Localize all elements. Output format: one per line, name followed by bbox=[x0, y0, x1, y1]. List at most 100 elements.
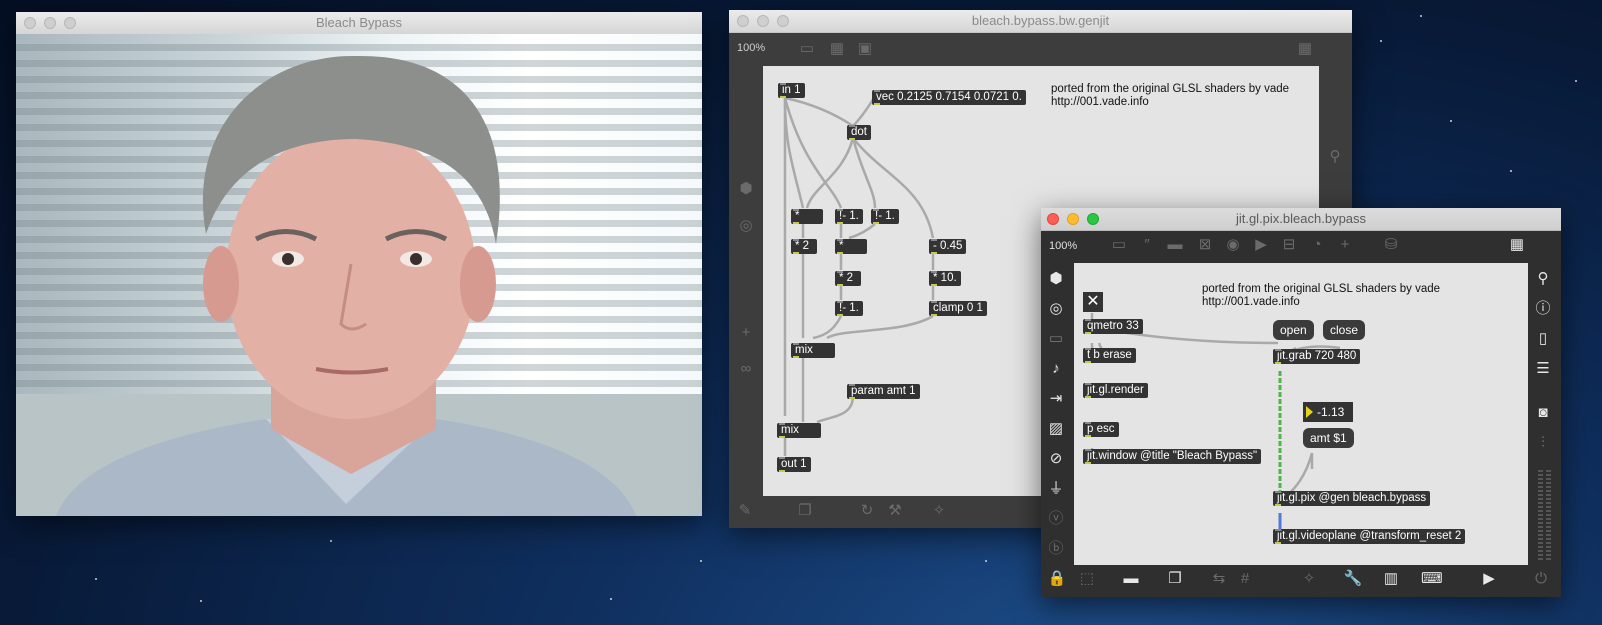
media-icon[interactable]: ⇥ bbox=[1046, 390, 1066, 408]
object-jit-gl-pix[interactable]: jit.gl.pix @gen bleach.bypass bbox=[1273, 491, 1431, 506]
power-icon[interactable]: ⏻ bbox=[1531, 570, 1551, 588]
bang-icon[interactable]: ⊠ bbox=[1195, 236, 1215, 254]
presentation-toggle-icon[interactable]: ⬚ bbox=[1077, 570, 1097, 588]
object-grid-icon[interactable]: ▦ bbox=[1507, 236, 1527, 254]
object-trigger[interactable]: t b erase bbox=[1083, 348, 1136, 363]
pix-titlebar[interactable]: jit.gl.pix.bleach.bypass bbox=[1041, 208, 1561, 231]
object-not-1[interactable]: !- 1. bbox=[835, 209, 863, 224]
slider-icon[interactable]: ⊟ bbox=[1279, 236, 1299, 254]
windows-icon[interactable]: ❐ bbox=[1165, 570, 1185, 588]
add-object-icon[interactable]: + bbox=[1335, 236, 1355, 254]
grid-toggle-icon[interactable]: # bbox=[1235, 570, 1255, 588]
object-not-3[interactable]: !- 1. bbox=[835, 301, 863, 316]
play-object-icon[interactable]: ▶ bbox=[1251, 236, 1271, 254]
grid-icon[interactable]: ▦ bbox=[827, 40, 847, 58]
close-window-button[interactable] bbox=[24, 17, 36, 29]
minimize-window-button[interactable] bbox=[757, 15, 769, 27]
object-param-amt[interactable]: param amt 1 bbox=[847, 384, 920, 399]
book-icon[interactable]: ▯ bbox=[1533, 330, 1553, 348]
v-icon[interactable]: ⓥ bbox=[1046, 510, 1066, 528]
object-dot[interactable]: dot bbox=[847, 125, 871, 140]
close-window-button[interactable] bbox=[737, 15, 749, 27]
close-message[interactable]: close bbox=[1323, 320, 1366, 340]
object-not-2[interactable]: !- 1. bbox=[871, 209, 899, 224]
add-icon[interactable]: + bbox=[736, 324, 756, 342]
object-jit-gl-render[interactable]: jit.gl.render bbox=[1083, 383, 1148, 398]
wrench-icon[interactable]: 🔧 bbox=[1343, 570, 1363, 588]
paperclip-icon[interactable]: ⊘ bbox=[1046, 450, 1066, 468]
piano-icon[interactable]: ▥ bbox=[1381, 570, 1401, 588]
object-vec[interactable]: vec 0.2125 0.7154 0.0721 0. bbox=[872, 90, 1026, 105]
snapshot-icon[interactable]: ◙ bbox=[1533, 404, 1553, 422]
object-mix-2[interactable]: mix bbox=[777, 423, 821, 438]
film-icon[interactable]: ▭ bbox=[1046, 330, 1066, 348]
minimize-window-button[interactable] bbox=[1067, 213, 1079, 225]
mixer-icon[interactable]: ⫶ bbox=[1533, 434, 1553, 452]
presentation-icon[interactable]: ▭ bbox=[797, 40, 817, 58]
toggle-button[interactable]: ✕ bbox=[1083, 292, 1103, 312]
object-clamp[interactable]: clamp 0 1 bbox=[929, 301, 987, 316]
number-box[interactable]: -1.13 bbox=[1303, 402, 1353, 422]
message-icon[interactable]: ▬ bbox=[1165, 236, 1185, 254]
zoom-window-button[interactable] bbox=[64, 17, 76, 29]
plug-icon[interactable]: ⏚ bbox=[1046, 480, 1066, 498]
object-subtract[interactable]: - 0.45 bbox=[929, 239, 967, 254]
zoom-level[interactable]: 100% bbox=[1049, 240, 1077, 252]
object-jit-gl-videoplane[interactable]: jit.gl.videoplane @transform_reset 2 bbox=[1273, 529, 1466, 544]
toggle-icon[interactable]: ◉ bbox=[1223, 236, 1243, 254]
hammer-icon[interactable]: ⚒ bbox=[885, 502, 905, 520]
comment-icon[interactable]: ″ bbox=[1137, 236, 1157, 254]
video-window[interactable]: Bleach Bypass bbox=[16, 12, 702, 516]
music-icon[interactable]: ♪ bbox=[1046, 360, 1066, 378]
video-window-titlebar[interactable]: Bleach Bypass bbox=[16, 12, 702, 35]
pix-patcher-window[interactable]: jit.gl.pix.bleach.bypass 100% ▭ ″ ▬ ⊠ ◉ … bbox=[1041, 208, 1561, 597]
object-jit-window[interactable]: jit.window @title "Bleach Bypass" bbox=[1083, 449, 1262, 464]
minimize-window-button[interactable] bbox=[44, 17, 56, 29]
search-icon[interactable]: ⚲ bbox=[1533, 270, 1553, 288]
zoom-window-button[interactable] bbox=[1087, 213, 1099, 225]
object-multiply-2[interactable]: * 2 bbox=[791, 239, 817, 254]
collapse-icon[interactable]: ⇆ bbox=[1209, 570, 1229, 588]
object-in-1[interactable]: in 1 bbox=[778, 83, 805, 98]
pencil-icon[interactable]: ✎ bbox=[735, 502, 755, 520]
gen-icon[interactable]: ▣ bbox=[855, 40, 875, 58]
paint-icon[interactable]: ⛁ bbox=[1381, 236, 1401, 254]
refresh-icon[interactable]: ↻ bbox=[857, 502, 877, 520]
amt-message[interactable]: amt $1 bbox=[1303, 428, 1354, 448]
object-multiply[interactable]: * bbox=[791, 209, 823, 224]
debug-icon[interactable]: ✧ bbox=[1299, 570, 1319, 588]
close-window-button[interactable] bbox=[1047, 213, 1059, 225]
zoom-window-button[interactable] bbox=[777, 15, 789, 27]
object-multiply-2b[interactable]: * 2 bbox=[835, 271, 861, 286]
cube-icon[interactable]: ⬢ bbox=[736, 180, 756, 198]
link-icon[interactable]: ∞ bbox=[736, 360, 756, 378]
image-icon[interactable]: ▨ bbox=[1046, 420, 1066, 438]
info-icon[interactable]: ⓘ bbox=[1533, 300, 1553, 318]
object-out-1[interactable]: out 1 bbox=[777, 457, 811, 472]
object-p-esc[interactable]: p esc bbox=[1083, 422, 1119, 437]
lock-icon[interactable]: 🔒 bbox=[1047, 570, 1067, 588]
object-jit-grab[interactable]: jit.grab 720 480 bbox=[1273, 349, 1361, 364]
object-multiply-10[interactable]: * 10. bbox=[929, 271, 961, 286]
object-qmetro[interactable]: qmetro 33 bbox=[1083, 319, 1143, 334]
genjit-titlebar[interactable]: bleach.bypass.bw.genjit bbox=[729, 10, 1352, 33]
debug-icon[interactable]: ✧ bbox=[929, 502, 949, 520]
list-icon[interactable]: ☰ bbox=[1533, 360, 1553, 378]
object-multiply-b[interactable]: * bbox=[835, 239, 867, 254]
pix-canvas[interactable]: ✕ qmetro 33 t b erase jit.gl.render p es… bbox=[1074, 263, 1528, 565]
windows-icon[interactable]: ❐ bbox=[795, 502, 815, 520]
presentation-icon[interactable]: ▭ bbox=[1109, 236, 1129, 254]
object-mix-1[interactable]: mix bbox=[791, 343, 835, 358]
audio-on-icon[interactable]: ▶ bbox=[1479, 570, 1499, 588]
b-icon[interactable]: ⓑ bbox=[1046, 540, 1066, 558]
dial-icon[interactable]: ◔ bbox=[1307, 236, 1327, 254]
keyboard-icon[interactable]: ⌨ bbox=[1421, 570, 1443, 588]
search-icon[interactable]: ⚲ bbox=[1325, 148, 1345, 166]
zoom-level[interactable]: 100% bbox=[737, 42, 765, 54]
target-icon[interactable]: ◎ bbox=[1046, 300, 1066, 318]
comment-bubble-icon[interactable]: ▬ bbox=[1121, 570, 1141, 588]
open-message[interactable]: open bbox=[1273, 320, 1314, 340]
object-grid-icon[interactable]: ▦ bbox=[1295, 40, 1315, 58]
target-icon[interactable]: ◎ bbox=[736, 217, 756, 235]
cube-icon[interactable]: ⬢ bbox=[1046, 270, 1066, 288]
